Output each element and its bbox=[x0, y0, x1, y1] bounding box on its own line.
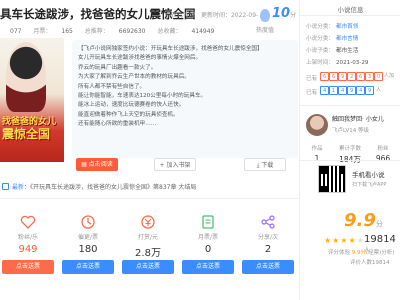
category-link[interactable]: 都市言情 bbox=[336, 36, 358, 42]
intro-line: 所有人都不禁有些自信了。 bbox=[78, 83, 146, 90]
author-prefix: 小农儿写观 bbox=[165, 12, 196, 19]
info-sidebar: 小说信息 小说分类： 都市首领 小说分类： 都市言情 小说子类： 都市生活 上架时间：… bbox=[299, 0, 400, 300]
sidebar-header: 小说信息 bbox=[337, 6, 364, 14]
reader-count-digits-2: 4 1 4 9 4 9 人 bbox=[320, 86, 400, 96]
clock-icon bbox=[81, 215, 95, 229]
app-download: 手机看小说 扫下载飞卢APP bbox=[300, 160, 400, 204]
intro-line: 能让你能智能，车速表达120公里每小时的玩具车。 bbox=[78, 93, 207, 100]
stat-monthly: 月票/票 0 点击送票 bbox=[180, 214, 236, 300]
stat-0: 077 bbox=[10, 28, 22, 35]
stat-tip: 打赏/元 2.8万 点击送票 bbox=[120, 214, 176, 300]
intro-line: 【飞卢小说网独家签约小说：开玩具车长途跋涉，找爸爸的女儿震惊全国】 bbox=[78, 46, 263, 52]
digit-badge: 9 bbox=[365, 86, 375, 95]
intro-line: 还有能随心所欲的重装机甲…… bbox=[78, 121, 157, 128]
book-intro: 【飞卢小说网独家签约小说：开玩具车长途跋涉，找爸爸的女儿震惊全国】 女儿开玩具车… bbox=[72, 40, 298, 158]
qr-code-icon[interactable] bbox=[318, 165, 346, 193]
book-meta: 小农儿写观 更新时间：2022-09- bbox=[165, 10, 262, 19]
digit-badge: 6 bbox=[329, 72, 339, 81]
send-ticket-button[interactable]: 点击送票 bbox=[122, 260, 174, 274]
flame-icon bbox=[260, 9, 270, 22]
stat-total-collect: 总收藏： 414949 bbox=[157, 28, 215, 35]
digit-badge: 3 bbox=[365, 72, 375, 81]
read-button[interactable]: ▤ 点击阅读 bbox=[76, 158, 118, 171]
send-ticket-button[interactable]: 点击送票 bbox=[182, 260, 234, 274]
intro-line: 能直迎做着种作飞上天空的玩具侦查机。 bbox=[78, 111, 179, 118]
stat-urge: 催更/票 180 点击送票 bbox=[60, 214, 116, 300]
cover-figure bbox=[6, 42, 46, 112]
latest-chapter-link[interactable]: 《开玩具车长途跋涉，找爸爸的女儿震惊全国》第837章 大结局 bbox=[30, 184, 196, 191]
download-button[interactable]: ⤓ 下载 bbox=[244, 158, 286, 171]
stat-label: 打赏/元 bbox=[137, 234, 159, 241]
stat-label: 分享/次 bbox=[257, 234, 279, 241]
intro-line: 为大家了解到乔云生产世本的教材的玩具后。 bbox=[78, 74, 190, 81]
digit-badge: 2 bbox=[347, 72, 357, 81]
readers-label: 已有 bbox=[306, 76, 318, 82]
send-ticket-button[interactable]: 点击送票 bbox=[242, 260, 294, 274]
stat-fans: 粉丝/乐 949 点击送票 bbox=[0, 214, 56, 300]
info-row: 小说分类： 都市言情 bbox=[306, 36, 359, 42]
intro-line: 乔云的玩具厂出趣看一款火了。 bbox=[78, 64, 157, 71]
latest-chapter[interactable]: 最新：《开玩具车长途跋涉，找爸爸的女儿震惊全国》第837章 大结局 bbox=[0, 180, 298, 196]
digit-badge: 4 bbox=[356, 86, 366, 95]
send-ticket-button[interactable]: 点击送票 bbox=[2, 260, 54, 274]
add-shelf-button[interactable]: + 加入书架 bbox=[154, 158, 196, 171]
heart-icon bbox=[20, 215, 36, 229]
digit-badge: 4 bbox=[320, 86, 330, 95]
avatar[interactable] bbox=[306, 114, 328, 136]
hot-label: 热度值 bbox=[256, 27, 275, 34]
digit-badge: 9 bbox=[347, 86, 357, 95]
book-stats-line: 077 月票： 165 总推荐： 6692630 总收藏： 414949 bbox=[0, 26, 224, 35]
book-cover[interactable]: 找爸爸的女儿 震惊全国 bbox=[0, 38, 64, 162]
divider bbox=[300, 15, 400, 16]
hot-score-box: 10分 热度值 bbox=[256, 6, 297, 34]
author-level: 飞卢LV14 等级 bbox=[332, 128, 369, 134]
cover-title: 找爸爸的女儿 震惊全国 bbox=[2, 117, 57, 141]
digit-badge: 4 bbox=[338, 86, 348, 95]
category-link[interactable]: 都市首领 bbox=[336, 24, 358, 30]
stat-monthly-ticket: 月票： 165 bbox=[33, 28, 73, 35]
title-row: 具车长途跋涉，找爸爸的女儿震惊全国 小农儿写观 更新时间：2022-09- 10… bbox=[0, 6, 298, 34]
info-row: 小说子类： 都市生活 bbox=[306, 48, 359, 54]
ticket-icon bbox=[202, 215, 214, 229]
digit-badge: 9 bbox=[338, 72, 348, 81]
qr-subtitle: 扫下载飞卢APP bbox=[352, 182, 387, 188]
stat-label: 月票/票 bbox=[197, 234, 219, 241]
stat-total-recommend: 总推荐： 6692630 bbox=[84, 28, 146, 35]
send-ticket-button[interactable]: 点击送票 bbox=[62, 260, 114, 274]
stat-value: 180 bbox=[78, 244, 98, 255]
stat-share: 分享/次 2 点击送票 bbox=[240, 214, 296, 300]
stat-label: 粉丝/乐 bbox=[17, 234, 39, 241]
intro-line: 能冰上运动，速度比玩德赛卷的快人还快。 bbox=[78, 102, 185, 109]
info-row: 小说分类： 都市首领 bbox=[306, 24, 359, 30]
stat-value: 2 bbox=[264, 244, 272, 255]
digit-badge: 0 bbox=[374, 72, 384, 81]
readers-label-2: 已有 bbox=[306, 90, 318, 96]
stat-value: 949 bbox=[18, 244, 38, 255]
action-bar: ▤ 点击阅读 + 加入书架 ⤓ 下载 bbox=[72, 158, 298, 172]
digit-badge: 6 bbox=[320, 72, 330, 81]
chapter-icon bbox=[2, 183, 9, 190]
stat-label: 催更/票 bbox=[77, 234, 99, 241]
digit-badge: 6 bbox=[356, 72, 366, 81]
digit-badge: 1 bbox=[329, 86, 339, 95]
stat-value: 0 bbox=[204, 244, 212, 255]
reader-count-digits: 6 6 9 2 6 3 0 人加 bbox=[320, 72, 400, 82]
coin-icon bbox=[141, 215, 155, 229]
share-icon bbox=[261, 215, 275, 229]
stat-value: 2.8万 bbox=[135, 248, 161, 259]
qr-title: 手机看小说 bbox=[352, 171, 385, 179]
author-name[interactable]: 触回我梦回· 小女儿 bbox=[332, 114, 384, 123]
hot-score: 10分 bbox=[272, 6, 297, 21]
update-time: 更新时间：2022-09- bbox=[200, 12, 259, 19]
info-row: 上架时间： 2021-03-29 bbox=[306, 60, 369, 66]
divider bbox=[0, 198, 298, 199]
intro-line: 女儿开玩具车长途跋涉找爸爸的事情火爆全网后。 bbox=[78, 55, 202, 62]
